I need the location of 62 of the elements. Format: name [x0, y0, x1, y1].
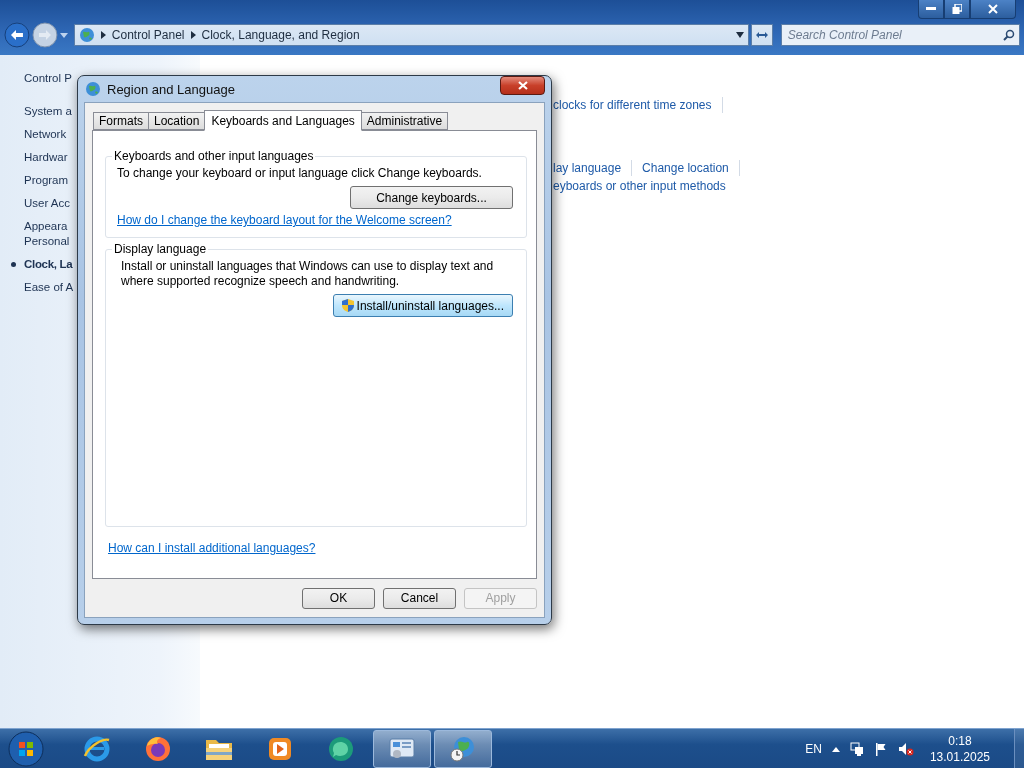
start-button[interactable] — [6, 729, 46, 768]
sidebar-item[interactable]: Control P — [24, 71, 72, 86]
chevron-icon — [100, 31, 106, 39]
minimize-icon — [926, 7, 936, 11]
tab[interactable]: Administrative — [360, 112, 449, 130]
sidebar-item[interactable]: Ease of A — [24, 280, 74, 295]
shield-icon — [341, 299, 354, 312]
clock[interactable]: 0:18 13.01.2025 — [929, 732, 990, 765]
help-link[interactable]: How do I change the keyboard layout for the Welcome screen? — [117, 213, 452, 227]
group-title: Keyboards and other input languages — [113, 149, 315, 163]
action-button[interactable]: Change keyboards... — [350, 186, 513, 209]
sidebar-item[interactable]: Program — [24, 173, 69, 188]
breadcrumb-item[interactable]: Clock, Language, and Region — [201, 28, 360, 42]
minimize-button[interactable] — [918, 0, 944, 19]
restore-button[interactable] — [944, 0, 970, 19]
task-link[interactable]: Change location — [642, 161, 729, 175]
tab[interactable]: Location — [148, 112, 206, 130]
taskbar-button[interactable] — [373, 729, 431, 768]
task-link[interactable]: lay language — [553, 161, 622, 175]
sidebar-item[interactable]: System a — [24, 104, 72, 119]
speaker-muted-icon[interactable] — [897, 741, 914, 756]
globe-icon — [78, 27, 95, 43]
dialog-button[interactable]: OK — [302, 587, 375, 609]
breadcrumb-item[interactable]: Control Panel — [111, 28, 185, 42]
flag-icon[interactable] — [873, 741, 888, 756]
close-button[interactable] — [970, 0, 1016, 19]
globe-icon — [85, 81, 101, 97]
close-icon — [988, 4, 998, 14]
time-text: 0:18 — [948, 732, 972, 749]
bullet-icon — [11, 262, 16, 267]
search-icon[interactable] — [1003, 29, 1015, 41]
sidebar-item[interactable]: Hardwar — [24, 150, 68, 165]
refresh-button[interactable] — [750, 24, 773, 46]
sidebar-item[interactable]: Appeara Personal — [24, 219, 70, 249]
window-title: Region and Language — [107, 81, 236, 97]
tab[interactable]: Keyboards and Languages — [204, 110, 362, 131]
show-hidden-icons-button[interactable] — [831, 745, 840, 752]
sidebar-item[interactable]: Clock, La — [24, 257, 73, 272]
search-field[interactable]: Search Control Panel — [780, 24, 1020, 46]
close-button[interactable] — [500, 75, 545, 95]
dialog-button[interactable]: Cancel — [383, 587, 456, 609]
action-button[interactable]: Install/uninstall languages... — [332, 294, 513, 317]
language-indicator[interactable]: EN — [805, 741, 822, 756]
network-icon[interactable] — [849, 741, 864, 756]
sidebar-item[interactable]: User Acc — [24, 196, 70, 211]
task-link[interactable]: eyboards or other input methods — [553, 179, 726, 193]
group-title: Display language — [113, 242, 208, 256]
address-bar[interactable]: Control Panel Clock, Language, and Region — [73, 24, 749, 46]
date-text: 13.01.2025 — [929, 748, 990, 765]
taskbar-button[interactable] — [434, 729, 492, 768]
description-text: Install or uninstall languages that Windows can use to display text and where supported recognize speech and handwriting. — [120, 259, 495, 289]
task-link[interactable]: clocks for different time zones — [553, 98, 712, 112]
chevron-icon — [190, 31, 196, 39]
caret-icon[interactable] — [735, 32, 744, 38]
back-button[interactable] — [4, 22, 30, 48]
forward-button[interactable] — [31, 22, 58, 48]
description-text: To change your keyboard or input language click Change keyboards. — [117, 166, 483, 181]
help-link[interactable]: How can I install additional languages? — [108, 541, 316, 555]
tab[interactable]: Formats — [93, 112, 149, 130]
sidebar-item[interactable]: Network — [24, 127, 67, 142]
close-icon — [517, 80, 528, 90]
restore-icon — [952, 4, 962, 14]
